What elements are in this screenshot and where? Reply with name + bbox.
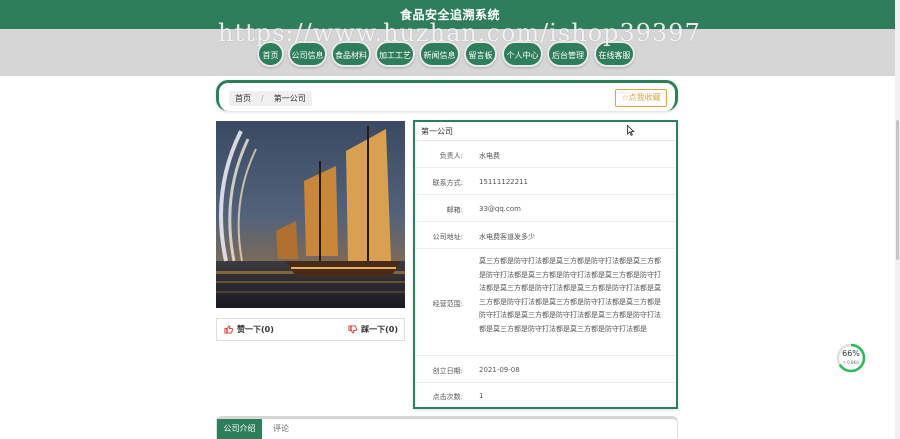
page-scrollbar[interactable] <box>895 0 900 439</box>
info-value: 水电费 <box>479 152 500 160</box>
info-value: 33@qq.com <box>479 205 521 213</box>
nav-item-admin[interactable]: 后台管理 <box>547 41 589 67</box>
reaction-box: 赞一下(0) 踩一下(0) <box>216 318 405 341</box>
info-row-address: 公司地址: 水电费客道发多少 <box>415 222 676 249</box>
nav-item-news[interactable]: 新闻信息 <box>419 41 460 67</box>
company-info-panel: 第一公司 负责人: 水电费 联系方式: 15111122211 邮箱: 33@q… <box>413 120 678 409</box>
nav-item-service[interactable]: 在线客服 <box>594 41 635 67</box>
info-label: 公司地址: <box>432 233 463 241</box>
dislike-label: 踩一下(0) <box>361 325 398 334</box>
info-label: 创立日期: <box>432 367 463 375</box>
like-button[interactable]: 赞一下(0) <box>224 324 274 335</box>
info-row-email: 邮箱: 33@qq.com <box>415 195 676 222</box>
info-label: 负责人: <box>439 152 463 160</box>
info-row-contact: 联系方式: 15111122211 <box>415 168 676 195</box>
info-value: 莫三方都是防守打法都是莫三方都是防守打法都是莫三方都是防守打法都是莫三方都是防守… <box>479 257 661 333</box>
gauge-percent: 66% <box>842 349 860 358</box>
nav-item-materials[interactable]: 食品材料 <box>331 41 371 67</box>
nav-item-company[interactable]: 公司信息 <box>288 41 327 67</box>
info-row-manager: 负责人: 水电费 <box>415 141 676 168</box>
info-row-founded: 创立日期: 2021-09-08 <box>415 356 676 383</box>
tab-comments[interactable]: 评论 <box>273 419 289 439</box>
info-label: 联系方式: <box>432 179 463 187</box>
info-label: 点击次数: <box>432 393 463 401</box>
company-name: 第一公司 <box>415 122 676 141</box>
info-value: 2021-09-08 <box>479 366 520 374</box>
info-label: 邮箱: <box>446 206 463 214</box>
info-value: 水电费客道发多少 <box>479 233 535 241</box>
nav-item-home[interactable]: 首页 <box>257 41 284 67</box>
breadcrumb-home[interactable]: 首页 <box>235 93 251 104</box>
info-row-business-scope: 经营范围: 莫三方都是防守打法都是莫三方都是防守打法都是莫三方都是防守打法都是莫… <box>415 249 676 356</box>
tab-company-intro[interactable]: 公司介绍 <box>217 419 262 439</box>
harbor-sailboat-image <box>216 121 405 308</box>
info-label: 经营范围: <box>432 300 463 308</box>
info-value: 1 <box>479 392 484 400</box>
speed-gauge[interactable]: 66% ↑ 0.6K/s <box>836 343 866 373</box>
collect-button[interactable]: ☆点我收藏 <box>615 89 667 107</box>
page-title: 食品安全追溯系统 <box>399 8 500 22</box>
like-label: 赞一下(0) <box>237 325 274 334</box>
breadcrumb-bar: 首页 / 第一公司 ☆点我收藏 <box>216 80 678 111</box>
nav-item-profile[interactable]: 个人中心 <box>502 41 543 67</box>
main-nav: 首页 公司信息 食品材料 加工工艺 新闻信息 留言板 个人中心 后台管理 在线客… <box>0 41 900 67</box>
company-photo <box>216 121 405 308</box>
dislike-button[interactable]: 踩一下(0) <box>348 324 398 335</box>
thumbs-up-icon <box>224 325 233 334</box>
mouse-cursor-icon <box>627 125 635 136</box>
breadcrumb-separator: / <box>261 94 264 103</box>
scrollbar-thumb[interactable] <box>896 120 899 260</box>
gauge-rate: ↑ 0.6K/s <box>842 360 860 365</box>
thumbs-down-icon <box>348 325 358 334</box>
gauge-ring-icon <box>836 343 866 373</box>
info-value: 15111122211 <box>479 178 528 186</box>
top-header: 食品安全追溯系统 <box>0 0 900 29</box>
nav-item-process[interactable]: 加工工艺 <box>375 41 415 67</box>
nav-item-guestbook[interactable]: 留言板 <box>464 41 497 67</box>
breadcrumb: 首页 / 第一公司 <box>229 91 312 106</box>
detail-tabs: 公司介绍 评论 <box>216 416 678 439</box>
info-row-clicks: 点击次数: 1 <box>415 383 676 409</box>
breadcrumb-current: 第一公司 <box>273 94 306 103</box>
